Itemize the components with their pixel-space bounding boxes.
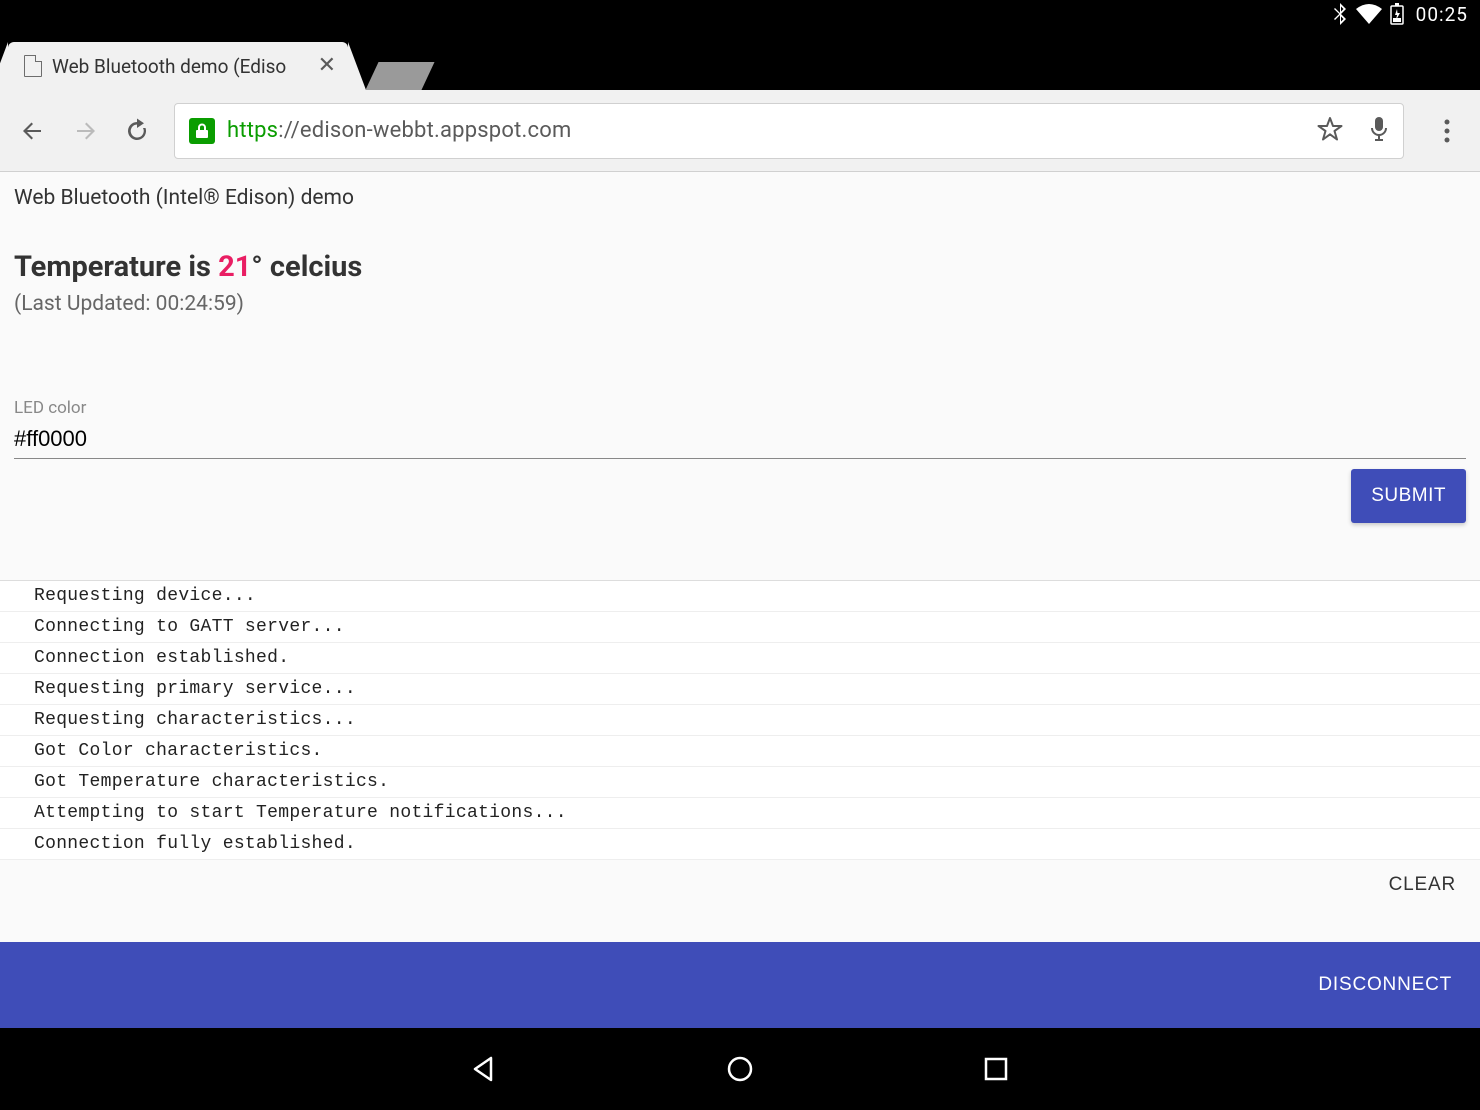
- secure-lock-icon: [189, 118, 215, 144]
- clear-button[interactable]: CLEAR: [1389, 874, 1456, 896]
- nav-back-icon[interactable]: [466, 1051, 502, 1087]
- forward-button[interactable]: [70, 116, 100, 146]
- new-tab-button[interactable]: [365, 62, 434, 90]
- temp-prefix: Temperature is: [14, 250, 218, 284]
- url-text: https://edison-webbt.appspot.com: [227, 118, 571, 143]
- tab-title: Web Bluetooth demo (Ediso: [52, 55, 308, 78]
- back-button[interactable]: [18, 116, 48, 146]
- log-line: Requesting characteristics...: [0, 705, 1480, 736]
- log-line: Attempting to start Temperature notifica…: [0, 798, 1480, 829]
- disconnect-button[interactable]: DISCONNECT: [1318, 974, 1452, 996]
- address-bar[interactable]: https://edison-webbt.appspot.com: [174, 103, 1404, 159]
- battery-icon: [1390, 3, 1404, 25]
- bluetooth-icon: [1332, 3, 1348, 25]
- submit-button[interactable]: SUBMIT: [1351, 469, 1466, 523]
- active-tab[interactable]: Web Bluetooth demo (Ediso ✕: [8, 42, 348, 90]
- temp-suffix: ° celcius: [251, 250, 362, 284]
- led-color-input[interactable]: [14, 424, 1466, 459]
- nav-home-icon[interactable]: [722, 1051, 758, 1087]
- browser-toolbar: https://edison-webbt.appspot.com: [0, 90, 1480, 172]
- log-line: Requesting device...: [0, 581, 1480, 612]
- browser-menu-button[interactable]: [1432, 116, 1462, 146]
- temperature-heading: Temperature is 21° celcius: [14, 250, 1466, 284]
- log-line: Requesting primary service...: [0, 674, 1480, 705]
- tab-strip: Web Bluetooth demo (Ediso ✕: [0, 28, 1480, 90]
- temperature-value: 21: [218, 250, 251, 284]
- android-status-bar: 00:25: [0, 0, 1480, 28]
- bookmark-star-icon[interactable]: [1317, 116, 1343, 146]
- log-line: Got Color characteristics.: [0, 736, 1480, 767]
- log-line: Got Temperature characteristics.: [0, 767, 1480, 798]
- page-content: Web Bluetooth (Intel® Edison) demo Tempe…: [0, 172, 1480, 942]
- nav-recents-icon[interactable]: [978, 1051, 1014, 1087]
- android-nav-bar: [0, 1028, 1480, 1110]
- close-tab-icon[interactable]: ✕: [318, 55, 336, 77]
- log-output: Requesting device...Connecting to GATT s…: [0, 580, 1480, 908]
- log-line: Connection established.: [0, 643, 1480, 674]
- voice-mic-icon[interactable]: [1369, 116, 1389, 146]
- footer-action-bar: DISCONNECT: [0, 942, 1480, 1028]
- page-subtitle: Web Bluetooth (Intel® Edison) demo: [14, 186, 1466, 210]
- last-updated-text: (Last Updated: 00:24:59): [14, 292, 1466, 316]
- log-line: Connecting to GATT server...: [0, 612, 1480, 643]
- page-favicon-icon: [24, 55, 42, 77]
- status-time: 00:25: [1416, 3, 1468, 26]
- log-line: Connection fully established.: [0, 829, 1480, 860]
- wifi-icon: [1356, 4, 1382, 24]
- reload-button[interactable]: [122, 116, 152, 146]
- led-color-label: LED color: [14, 398, 1466, 418]
